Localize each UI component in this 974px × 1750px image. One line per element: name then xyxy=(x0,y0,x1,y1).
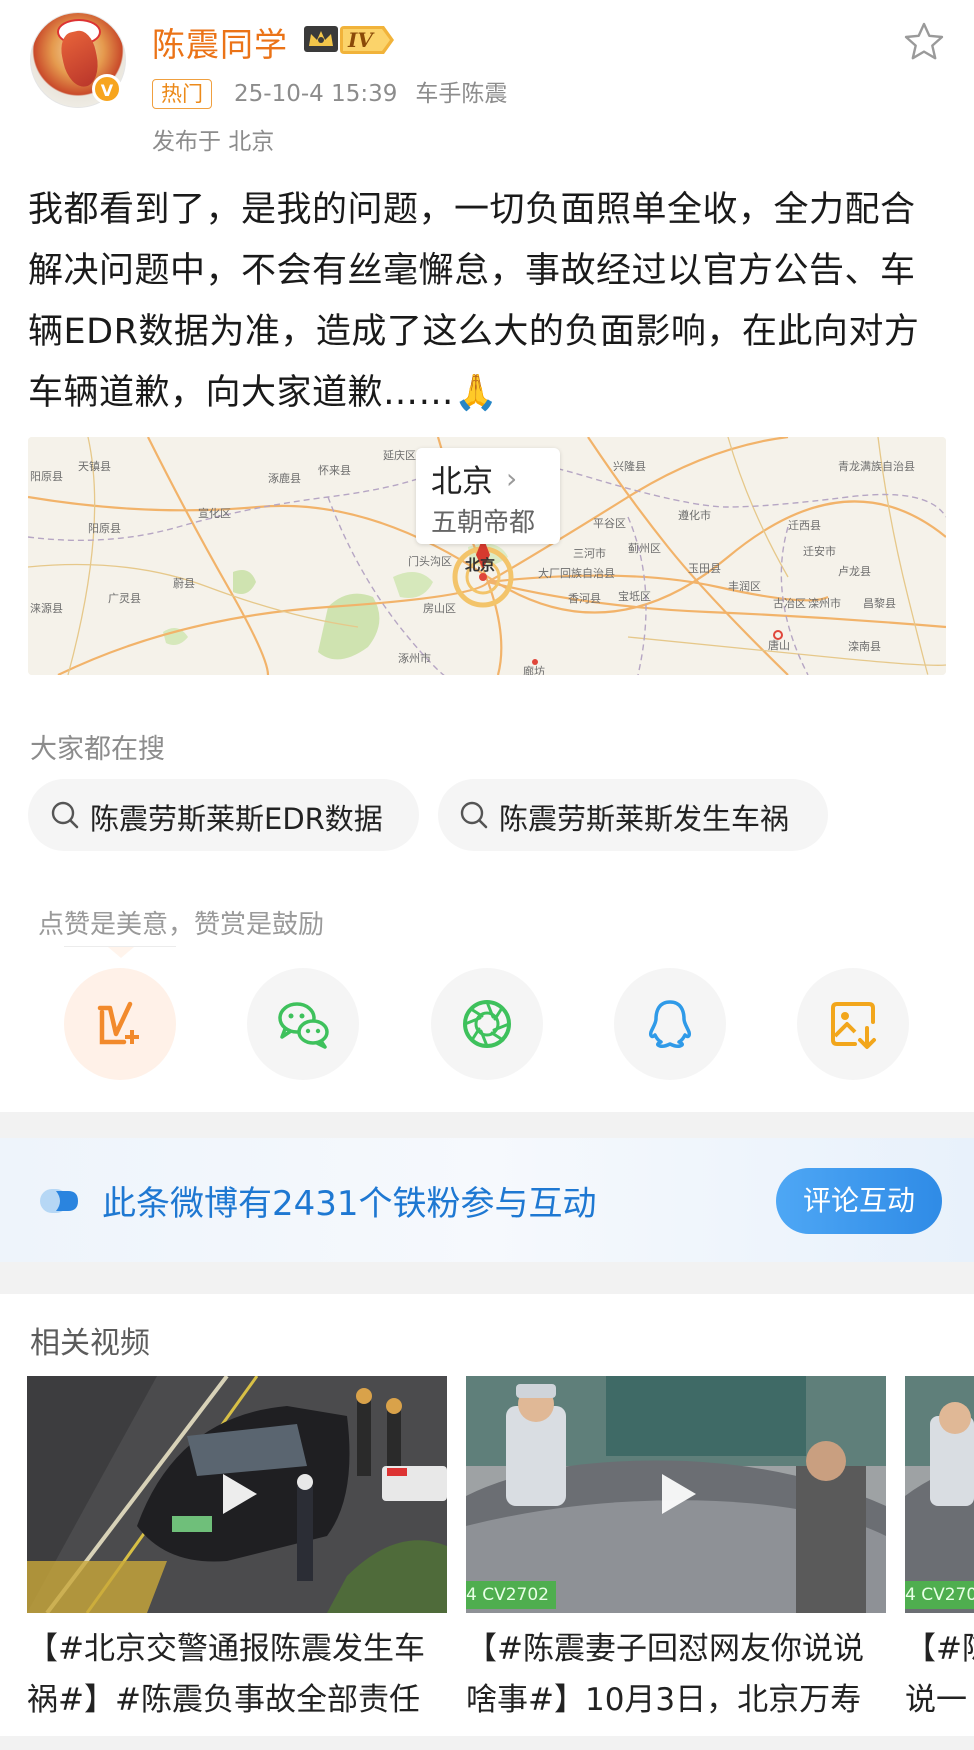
video-caption-line: 祸#】#陈震负事故全部责任 xyxy=(27,1682,420,1718)
post-text: 我都看到了，是我的问题，一切负面照单全收，全力配合解决问题中，不会有丝毫懈怠，事… xyxy=(28,180,948,424)
svg-text:涿州市: 涿州市 xyxy=(398,651,431,665)
search-icon xyxy=(51,801,79,829)
username[interactable]: 陈震同学 xyxy=(152,18,288,66)
video-caption-line: 【#陈 xyxy=(905,1631,974,1667)
post-source[interactable]: 车手陈震 xyxy=(415,81,507,107)
svg-text:滦南县: 滦南县 xyxy=(848,639,881,653)
video-thumbnail[interactable]: 4 CV2702 xyxy=(905,1376,974,1613)
section-separator xyxy=(0,1262,974,1294)
svg-text:昌黎县: 昌黎县 xyxy=(863,596,896,610)
roadside-scene-image xyxy=(905,1376,974,1613)
svg-text:廊坊: 廊坊 xyxy=(523,664,545,675)
play-icon[interactable] xyxy=(209,1466,265,1522)
svg-text:香河县: 香河县 xyxy=(568,592,601,605)
svg-text:蔚县: 蔚县 xyxy=(173,577,195,590)
svg-text:三河市: 三河市 xyxy=(573,546,606,560)
posted-location: 发布于 北京 xyxy=(152,129,275,155)
hint-caret xyxy=(108,947,134,958)
license-plate: 4 CV2702 xyxy=(466,1585,549,1605)
crown-icon xyxy=(304,26,338,52)
svg-text:门头沟区: 门头沟区 xyxy=(408,554,452,568)
post-meta: 25-10-4 15:39 车手陈震 xyxy=(234,79,525,109)
interaction-pill-icon xyxy=(40,1189,78,1213)
verified-badge-icon: V xyxy=(92,74,122,104)
svg-text:广灵县: 广灵县 xyxy=(108,592,141,605)
svg-text:阳原县: 阳原县 xyxy=(30,470,63,483)
svg-text:宣化区: 宣化区 xyxy=(198,506,231,520)
svg-text:阳原县: 阳原县 xyxy=(88,522,121,535)
svg-text:迁西县: 迁西县 xyxy=(788,519,821,532)
comment-interact-button[interactable]: 评论互动 xyxy=(776,1168,942,1234)
svg-text:滦州市: 滦州市 xyxy=(808,596,841,610)
svg-text:北京: 北京 xyxy=(465,556,495,574)
fans-interaction-text: 此条微博有2431个铁粉参与互动 xyxy=(102,1184,597,1224)
share-hint: 点赞是美意，赞赏是鼓励 xyxy=(38,910,325,940)
level-badge-text: IV xyxy=(348,28,373,52)
search-icon xyxy=(460,801,488,829)
svg-text:天镇县: 天镇县 xyxy=(78,459,111,473)
svg-text:平谷区: 平谷区 xyxy=(593,517,626,530)
trending-searches-title: 大家都在搜 xyxy=(30,734,165,765)
svg-text:卢龙县: 卢龙县 xyxy=(838,565,871,578)
pray-emoji-icon: 🙏 xyxy=(454,373,499,413)
svg-text:涞源县: 涞源县 xyxy=(30,601,63,615)
video-caption[interactable]: 【#陈震妻子回怼网友你说说 啥事#】10月3日，北京万寿 xyxy=(466,1624,864,1726)
bottom-separator xyxy=(0,1736,974,1750)
svg-text:大厂回族自治县: 大厂回族自治县 xyxy=(538,566,615,580)
map-subtitle: 五朝帝都 xyxy=(431,508,536,538)
svg-text:怀来县: 怀来县 xyxy=(318,464,351,477)
map-city[interactable]: 北京 xyxy=(431,456,493,501)
video-caption-line: 说一 xyxy=(905,1682,967,1718)
svg-text:兴隆县: 兴隆县 xyxy=(613,459,646,473)
post-datetime: 25-10-4 15:39 xyxy=(234,81,398,107)
qq-icon xyxy=(649,1000,691,1048)
search-chip-label[interactable]: 陈震劳斯莱斯EDR数据 xyxy=(90,796,383,838)
video-caption-line: 【#北京交警通报陈震发生车 xyxy=(27,1631,425,1667)
svg-text:遵化市: 遵化市 xyxy=(678,508,711,522)
license-plate: 4 CV2702 xyxy=(905,1585,974,1605)
video-caption[interactable]: 【#北京交警通报陈震发生车 祸#】#陈震负事故全部责任 xyxy=(27,1624,425,1726)
svg-text:丰润区: 丰润区 xyxy=(728,579,761,593)
play-icon[interactable] xyxy=(648,1466,704,1522)
svg-text:古冶区: 古冶区 xyxy=(773,596,806,610)
svg-text:唐山: 唐山 xyxy=(768,638,790,652)
svg-text:房山区: 房山区 xyxy=(423,602,456,615)
save-image-icon xyxy=(831,1002,876,1049)
favorite-star-icon[interactable] xyxy=(902,20,946,64)
svg-text:玉田县: 玉田县 xyxy=(688,562,721,575)
moments-icon xyxy=(463,1000,511,1048)
section-separator xyxy=(0,1112,974,1138)
video-caption-line: 啥事#】10月3日，北京万寿 xyxy=(466,1682,862,1718)
weibo-reward-icon xyxy=(97,1001,139,1045)
related-videos-title: 相关视频 xyxy=(30,1326,150,1361)
svg-text:青龙满族自治县: 青龙满族自治县 xyxy=(838,459,915,473)
chevron-right-icon: › xyxy=(506,462,518,495)
svg-text:涿鹿县: 涿鹿县 xyxy=(268,471,301,485)
svg-text:蓟州区: 蓟州区 xyxy=(628,542,661,555)
video-caption-line: 【#陈震妻子回怼网友你说说 xyxy=(466,1631,864,1667)
search-chip-label[interactable]: 陈震劳斯莱斯发生车祸 xyxy=(499,796,789,838)
video-caption[interactable]: 【#陈 说一 xyxy=(905,1624,974,1726)
svg-text:迁安市: 迁安市 xyxy=(803,544,836,558)
svg-text:宝坻区: 宝坻区 xyxy=(618,589,651,603)
hot-tag: 热门 xyxy=(152,79,212,109)
svg-text:延庆区: 延庆区 xyxy=(383,448,416,462)
level-badge: IV xyxy=(340,26,394,54)
wechat-icon xyxy=(278,1002,329,1049)
